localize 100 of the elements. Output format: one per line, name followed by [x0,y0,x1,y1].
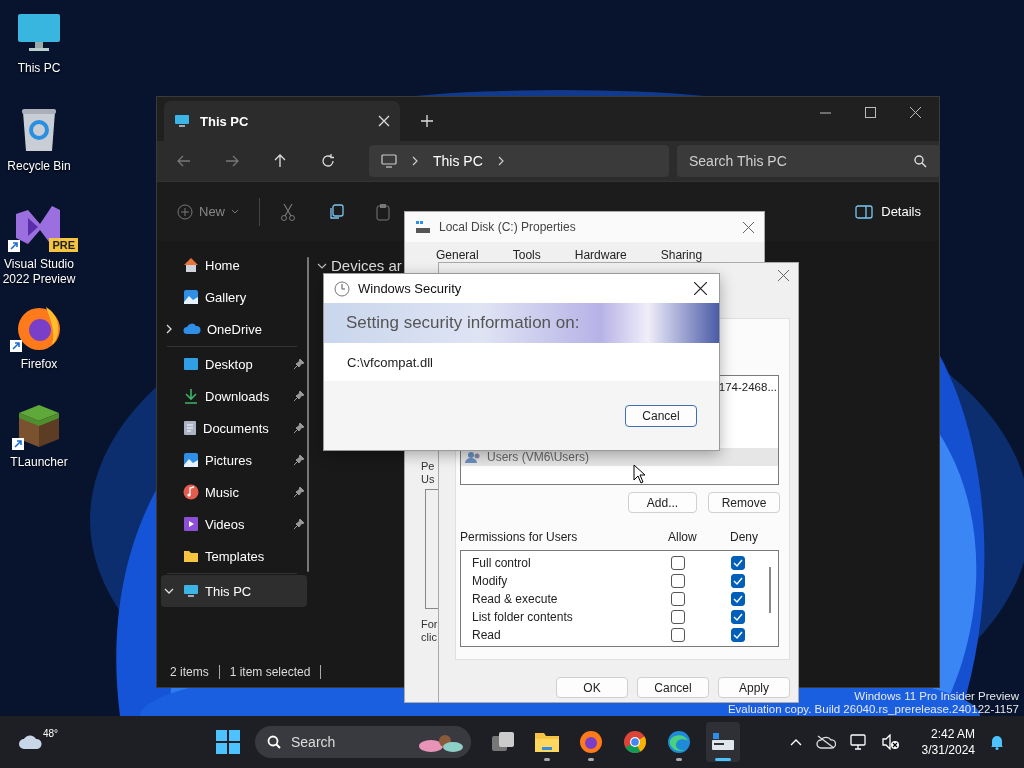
desktop-icon-label[interactable]: Recycle Bin [0,159,81,174]
status-text: 1 item selected [229,665,311,679]
dialog-button[interactable]: Add... [628,492,697,513]
dialog-tab[interactable]: Hardware [574,248,627,262]
address-bar[interactable]: This PC [369,145,669,177]
fox-globe-icon[interactable] [16,305,62,351]
dialog-button[interactable]: Remove [708,492,780,513]
sidebar-item[interactable]: Music [161,476,307,508]
allow-checkbox[interactable] [671,592,685,606]
deny-checkbox[interactable] [731,610,745,624]
grass-block-icon[interactable] [18,403,60,449]
scissors-icon[interactable] [280,202,296,221]
deny-checkbox[interactable] [731,628,745,642]
label-fragment: clic [421,631,437,644]
clock-time[interactable]: 2:42 AM [930,726,975,742]
breadcrumb[interactable]: This PC [433,153,483,169]
cloud-icon [183,323,201,335]
folder-icon[interactable] [534,731,560,753]
back-arrow-icon[interactable] [177,154,191,168]
fox-globe-icon[interactable] [579,730,603,754]
sidebar-item[interactable]: Gallery [161,281,307,313]
column-header: Deny [730,530,759,546]
desktop-icon-label[interactable]: This PC [0,61,81,76]
clipboard-icon[interactable] [376,202,390,221]
wave-globe-icon[interactable] [667,730,691,754]
deny-checkbox[interactable] [731,574,745,588]
permission-name: Read [472,628,502,642]
dialog-button[interactable]: Apply [718,677,790,698]
dialog-title: Local Disk (C:) Properties [439,220,577,234]
sidebar-item[interactable]: Pictures [161,444,307,476]
pin-icon[interactable] [293,358,305,370]
dialog-tab[interactable]: Sharing [660,248,703,262]
pin-icon[interactable] [293,518,305,530]
cancel-button[interactable]: Cancel [625,404,697,427]
forward-arrow-icon[interactable] [225,154,239,168]
recycle-bin-icon[interactable] [21,108,57,152]
temperature[interactable]: 48° [43,728,59,739]
sidebar-item[interactable]: This PC [161,575,307,607]
new-button[interactable]: New [177,203,239,220]
monitor-icon [174,113,190,129]
chevron-down-icon[interactable] [164,587,174,595]
up-arrow-icon[interactable] [273,154,287,168]
monitor-icon [183,583,199,599]
explorer-tab[interactable]: This PC [164,101,400,141]
sidebar-item[interactable]: Documents [161,412,307,444]
sidebar-item[interactable]: Downloads [161,380,307,412]
taskbar-search[interactable]: Search [255,726,471,758]
chevron-up-icon[interactable] [789,738,802,746]
cloud-icon[interactable] [18,734,42,750]
search-field[interactable]: Search This PC [677,145,940,177]
deny-checkbox[interactable] [731,556,745,570]
taskbar-app[interactable] [706,722,740,762]
pin-icon[interactable] [293,390,305,402]
close-icon[interactable] [910,107,921,118]
sidebar-item[interactable]: Videos [161,508,307,540]
volume-muted-icon[interactable] [881,734,900,750]
desktop-icon-label[interactable]: TLauncher [0,455,81,470]
search-icon [914,154,927,168]
dialog-button[interactable]: Cancel [637,677,709,698]
pin-icon[interactable] [293,486,305,498]
sidebar-item[interactable]: Desktop [161,348,307,380]
scrollbar-thumb[interactable] [769,567,771,613]
start-icon[interactable] [216,730,240,754]
dialog-tab[interactable]: Tools [512,248,541,262]
new-tab-icon[interactable] [421,115,433,127]
clock-date[interactable]: 3/31/2024 [921,742,975,758]
allow-checkbox[interactable] [671,574,685,588]
section-header[interactable]: Devices ar [317,257,402,274]
column-header: Allow [668,530,698,546]
refresh-icon[interactable] [321,154,335,168]
maximize-icon[interactable] [865,107,876,118]
task-view-icon[interactable] [491,731,515,753]
network-icon[interactable] [849,734,868,750]
sidebar-item[interactable]: OneDrive [161,313,307,345]
close-icon[interactable] [694,282,707,295]
copy-icon[interactable] [328,203,344,220]
dialog-tab[interactable]: General [436,248,479,262]
deny-checkbox[interactable] [731,592,745,606]
image-icon [183,289,199,305]
details-button[interactable]: Details [847,204,929,219]
pin-icon[interactable] [293,422,305,434]
label-fragment: For [421,618,438,631]
sidebar-item[interactable]: Home [161,249,307,281]
dialog-button[interactable]: OK [556,677,628,698]
bell-icon[interactable] [989,734,1005,750]
chevron-right-icon [496,156,505,166]
desktop-icon-label[interactable]: Visual Studio 2022 Preview [0,257,81,287]
music-note-icon [183,484,199,500]
allow-checkbox[interactable] [671,556,685,570]
sidebar-item[interactable]: Templates [161,540,307,572]
allow-checkbox[interactable] [671,628,685,642]
pin-icon[interactable] [293,454,305,466]
desktop-icon-label[interactable]: Firefox [0,357,81,372]
monitor-icon[interactable] [17,12,61,52]
cloud-off-icon[interactable] [815,735,836,749]
chevron-right-icon [411,156,419,166]
chevron-right-icon[interactable] [165,324,173,334]
browser-icon[interactable] [623,730,647,754]
allow-checkbox[interactable] [671,610,685,624]
server-icon[interactable] [711,731,735,753]
